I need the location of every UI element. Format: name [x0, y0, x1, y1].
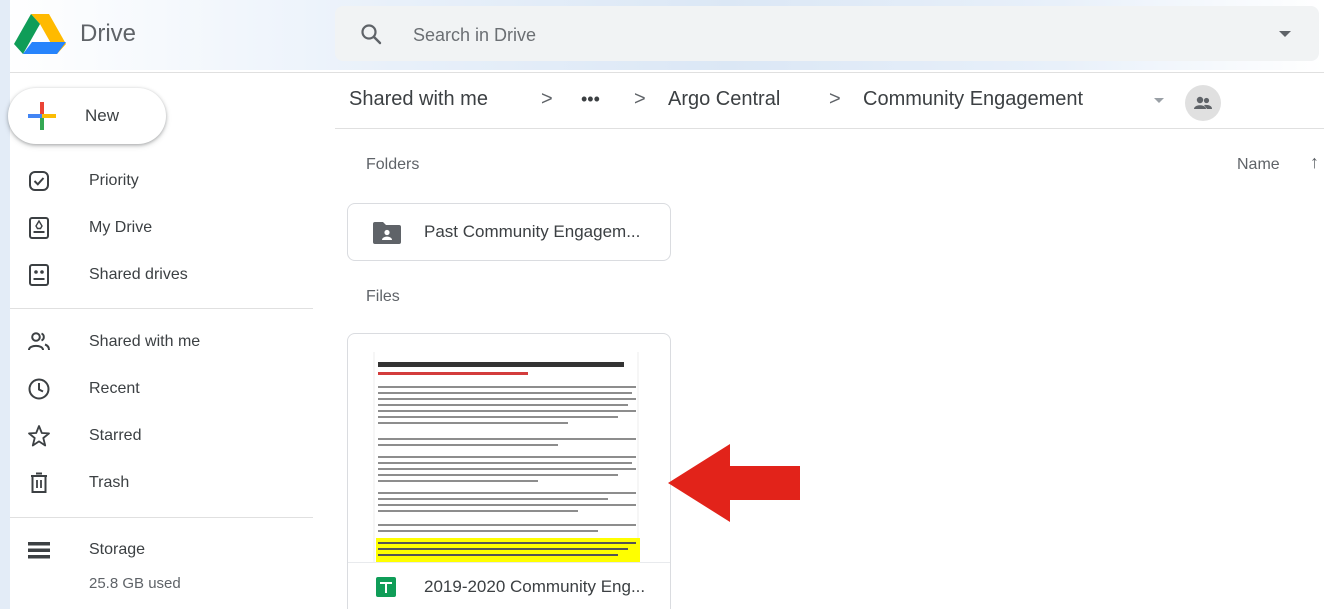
file-card[interactable]: 2019-2020 Community Eng...	[347, 333, 671, 609]
sidebar-item-label: Starred	[89, 427, 142, 444]
folder-card[interactable]: Past Community Engagem...	[347, 203, 671, 261]
sort-direction-arrow-icon[interactable]: ↑	[1310, 152, 1319, 173]
folders-section-title: Folders	[366, 156, 420, 173]
star-icon	[28, 425, 50, 447]
plus-icon	[28, 102, 56, 130]
folder-menu-chevron-down-icon[interactable]	[1154, 98, 1164, 103]
breadcrumb-separator: >	[541, 88, 553, 110]
search-options-chevron-down-icon[interactable]	[1279, 31, 1291, 37]
sidebar-item-shared-drives[interactable]: Shared drives	[10, 254, 310, 294]
search-input[interactable]	[413, 24, 1213, 46]
red-arrow-annotation	[668, 444, 800, 522]
clock-icon	[28, 378, 50, 400]
sidebar-item-recent[interactable]: Recent	[10, 368, 310, 408]
window-edge	[0, 0, 10, 609]
sidebar-item-starred[interactable]: Starred	[10, 415, 310, 455]
storage-used-text: 25.8 GB used	[89, 575, 181, 592]
breadcrumb-divider	[335, 128, 1324, 129]
sidebar-item-label: My Drive	[89, 219, 153, 236]
shared-folder-icon	[373, 222, 401, 244]
trash-icon	[31, 472, 47, 493]
breadcrumb-separator: >	[634, 88, 646, 110]
sidebar-item-label: Storage	[89, 541, 146, 558]
priority-check-icon	[29, 171, 49, 191]
sidebar-item-label: Recent	[89, 380, 140, 397]
header-divider	[10, 72, 1324, 73]
breadcrumb-separator: >	[829, 88, 841, 110]
sidebar-item-storage[interactable]: Storage	[10, 529, 310, 569]
drive-logo-icon[interactable]	[14, 14, 66, 54]
document-thumbnail	[366, 352, 654, 562]
breadcrumb-item-shared-with-me[interactable]: Shared with me	[349, 88, 488, 111]
file-card-footer: 2019-2020 Community Eng...	[348, 562, 670, 609]
search-icon[interactable]	[359, 22, 383, 46]
sidebar-item-label: Trash	[89, 474, 130, 491]
new-button[interactable]: New	[8, 88, 166, 144]
sidebar-divider	[10, 517, 313, 518]
breadcrumb-item-argo-central[interactable]: Argo Central	[668, 88, 780, 111]
file-name: 2019-2020 Community Eng...	[424, 577, 646, 596]
files-section-title: Files	[366, 288, 400, 305]
search-bar[interactable]	[335, 6, 1319, 61]
sidebar-divider	[10, 308, 313, 309]
breadcrumb-item-community-engagement[interactable]: Community Engagement	[863, 88, 1083, 111]
sidebar-item-priority[interactable]: Priority	[10, 160, 310, 200]
app-title: Drive	[80, 20, 137, 47]
folder-name: Past Community Engagem...	[424, 222, 641, 241]
breadcrumb-more-button[interactable]: •••	[581, 89, 600, 110]
people-icon	[28, 332, 50, 351]
sidebar-item-shared-with-me[interactable]: Shared with me	[10, 321, 310, 361]
sidebar-item-label: Shared with me	[89, 333, 201, 350]
new-button-label: New	[85, 106, 120, 125]
sort-by-name-button[interactable]: Name	[1237, 156, 1280, 174]
sidebar-item-trash[interactable]: Trash	[10, 462, 310, 502]
shared-folder-people-icon[interactable]	[1185, 85, 1221, 121]
my-drive-icon	[29, 217, 49, 239]
storage-icon	[28, 542, 50, 559]
shared-drives-icon	[29, 264, 49, 286]
google-sheets-icon	[376, 577, 396, 597]
sidebar-item-my-drive[interactable]: My Drive	[10, 207, 310, 247]
sidebar-item-label: Priority	[89, 172, 139, 189]
sidebar-item-label: Shared drives	[89, 266, 188, 283]
